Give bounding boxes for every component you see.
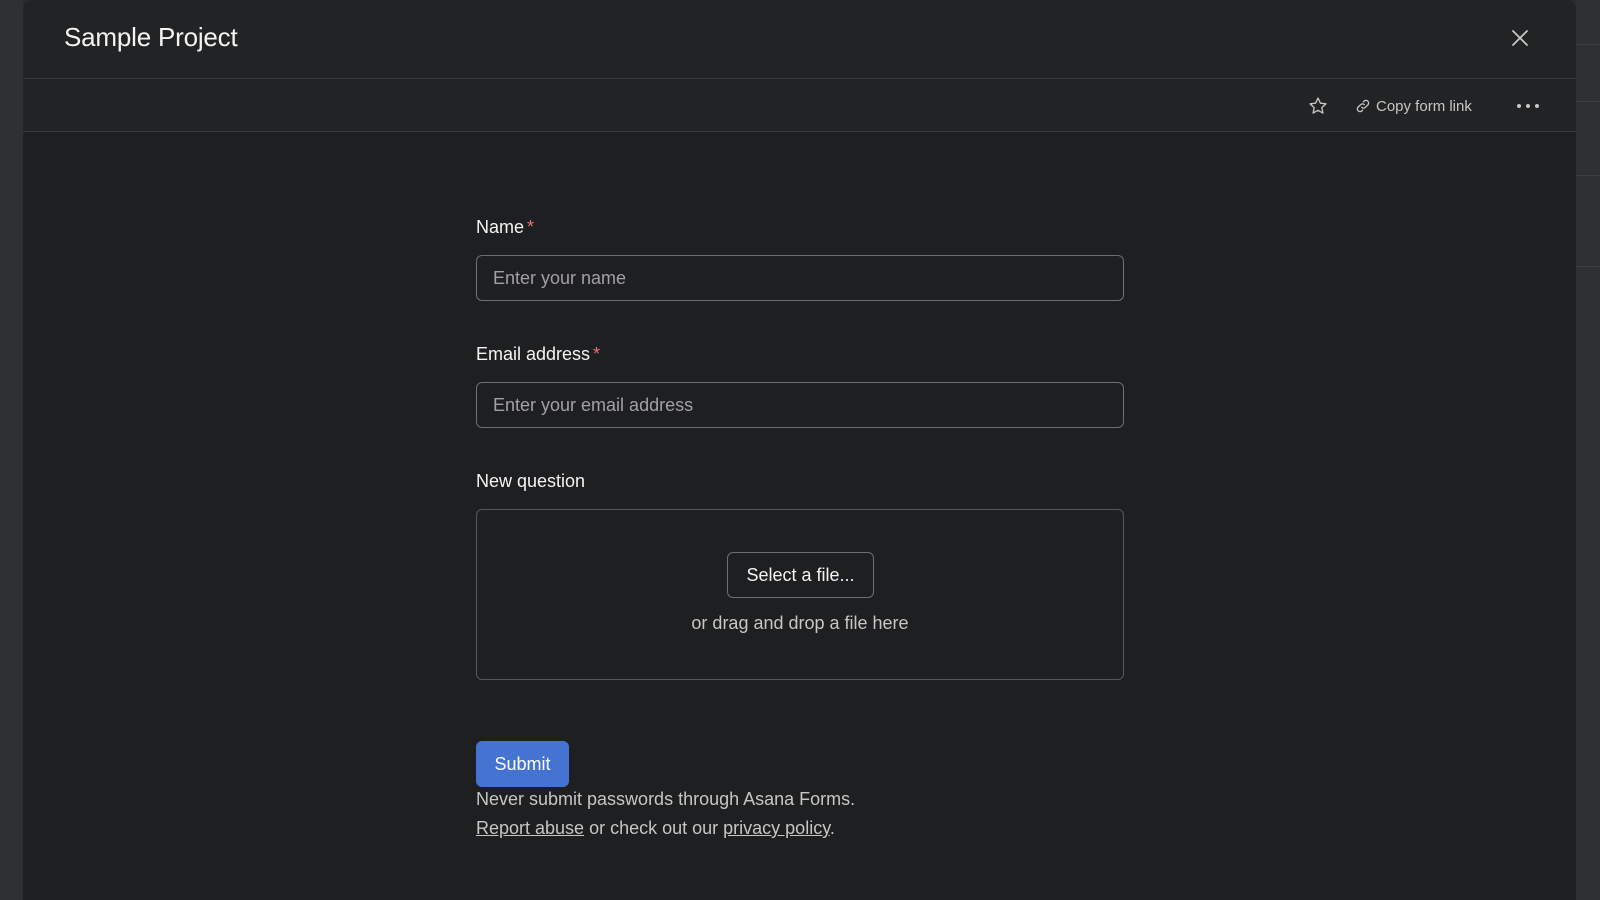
report-abuse-link[interactable]: Report abuse — [476, 818, 584, 838]
form-footer: Never submit passwords through Asana For… — [476, 785, 1176, 843]
form-modal: Sample Project Copy form link Name * Ent… — [23, 0, 1576, 900]
submit-button[interactable]: Submit — [476, 741, 569, 787]
favorite-button[interactable] — [1305, 93, 1331, 119]
footer-middle-text: or check out our — [584, 818, 724, 838]
name-input[interactable] — [476, 255, 1124, 301]
select-file-button[interactable]: Select a file... — [727, 552, 874, 598]
close-button[interactable] — [1506, 24, 1534, 52]
file-drop-zone[interactable]: Select a file... or drag and drop a file… — [476, 509, 1124, 680]
email-label-text: Email address — [476, 344, 591, 364]
copy-form-link-label: Copy form link — [1376, 97, 1472, 115]
privacy-policy-link[interactable]: privacy policy — [723, 818, 830, 838]
more-icon — [1517, 104, 1539, 108]
name-label-text: Name — [476, 217, 525, 237]
close-icon — [1512, 30, 1528, 46]
footer-links-line: Report abuse or check out our privacy po… — [476, 814, 1176, 843]
form-toolbar: Copy form link — [23, 80, 1576, 132]
modal-header: Sample Project — [23, 0, 1576, 79]
name-required-marker: * — [527, 217, 535, 237]
drop-hint: or drag and drop a file here — [691, 613, 909, 633]
copy-form-link-button[interactable]: Copy form link — [1355, 93, 1472, 119]
email-label: Email address * — [476, 344, 600, 365]
email-required-marker: * — [593, 344, 601, 364]
more-options-button[interactable] — [1513, 93, 1543, 119]
modal-title: Sample Project — [64, 22, 238, 52]
email-input[interactable] — [476, 382, 1124, 428]
star-icon — [1309, 97, 1327, 114]
background-left-strip — [0, 0, 23, 900]
background-right-strip — [1576, 0, 1600, 900]
link-icon — [1356, 99, 1370, 113]
new-question-label: New question — [476, 471, 586, 491]
password-warning: Never submit passwords through Asana For… — [476, 789, 856, 809]
footer-end-text: . — [829, 818, 835, 838]
form-body: Name* Email address* New question Select… — [23, 133, 1576, 900]
name-label: Name * — [476, 217, 534, 238]
